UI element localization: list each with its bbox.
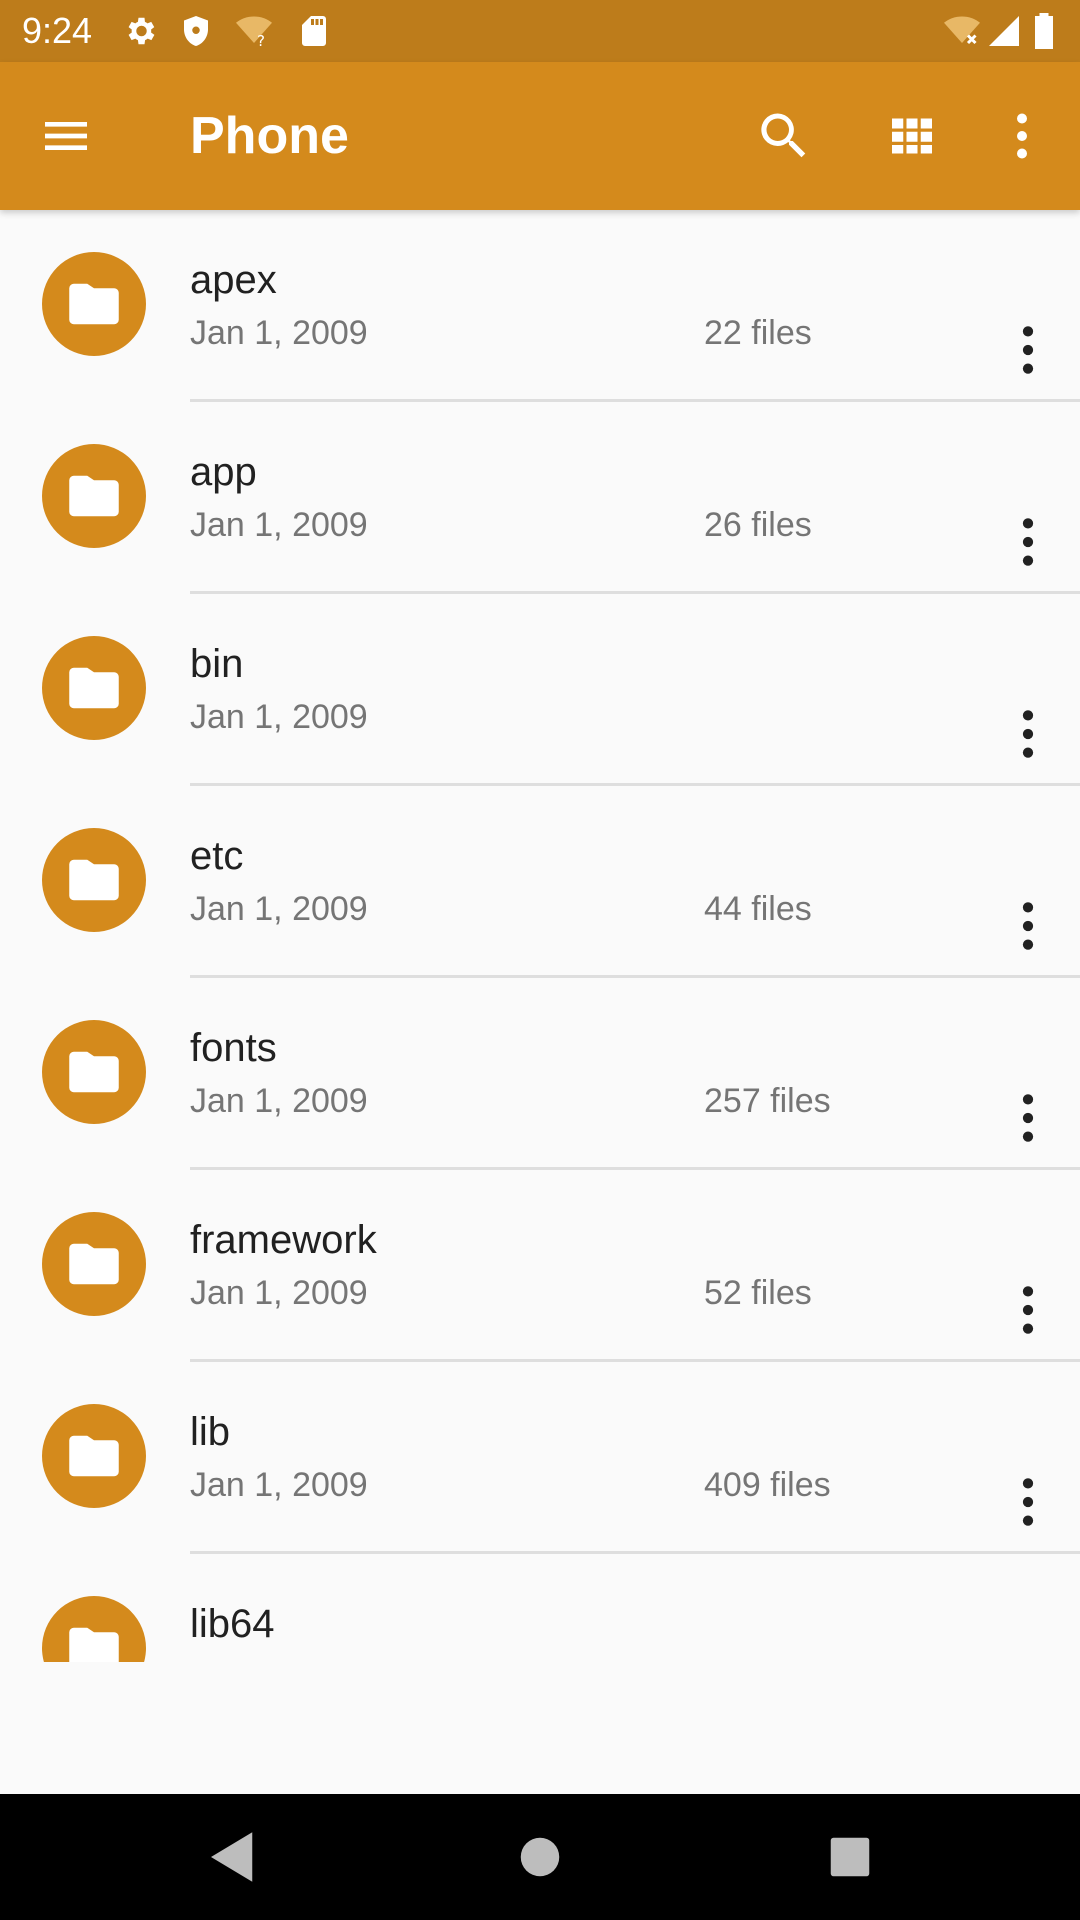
folder-icon [42, 252, 146, 356]
file-name: bin [190, 642, 244, 686]
folder-icon [42, 1020, 146, 1124]
file-date: Jan 1, 2009 [190, 1466, 368, 1504]
file-list[interactable]: apex Jan 1, 2009 22 files app Jan 1, 200… [0, 210, 1080, 1662]
battery-icon [1032, 13, 1060, 49]
row-more-icon[interactable] [1006, 514, 1050, 570]
file-date: Jan 1, 2009 [190, 1082, 368, 1120]
grid-view-icon[interactable] [882, 106, 942, 166]
file-count: 22 files [704, 314, 812, 352]
row-more-icon[interactable] [1006, 1282, 1050, 1338]
file-date: Jan 1, 2009 [190, 698, 368, 736]
search-icon[interactable] [754, 106, 814, 166]
recents-icon[interactable] [817, 1824, 883, 1890]
menu-icon[interactable] [38, 108, 94, 164]
row-more-icon[interactable] [1006, 898, 1050, 954]
file-name: app [190, 450, 257, 494]
navigation-bar [0, 1794, 1080, 1920]
gear-icon [122, 13, 158, 49]
folder-icon [42, 1404, 146, 1508]
page-title: Phone [190, 107, 349, 165]
list-item[interactable]: etc Jan 1, 2009 44 files [0, 786, 1080, 978]
folder-icon [42, 444, 146, 548]
back-icon[interactable] [200, 1824, 266, 1890]
folder-icon [42, 1596, 146, 1662]
list-item[interactable]: fonts Jan 1, 2009 257 files [0, 978, 1080, 1170]
shield-icon [178, 13, 214, 49]
wifi-unknown-icon: ? [236, 13, 272, 50]
file-count: 409 files [704, 1466, 831, 1504]
list-item[interactable]: lib64 [0, 1554, 1080, 1662]
list-item[interactable]: apex Jan 1, 2009 22 files [0, 210, 1080, 402]
file-count: 26 files [704, 506, 812, 544]
status-bar: 9:24 ? [0, 0, 1080, 62]
file-name: framework [190, 1218, 377, 1262]
file-date: Jan 1, 2009 [190, 314, 368, 352]
file-date: Jan 1, 2009 [190, 890, 368, 928]
svg-text:?: ? [257, 32, 265, 49]
file-name: etc [190, 834, 244, 878]
file-name: apex [190, 258, 277, 302]
row-more-icon[interactable] [1006, 1090, 1050, 1146]
home-icon[interactable] [507, 1824, 573, 1890]
row-more-icon[interactable] [1006, 1474, 1050, 1530]
status-time: 9:24 [22, 10, 93, 51]
file-date: Jan 1, 2009 [190, 506, 368, 544]
app-bar: Phone [0, 62, 1080, 210]
file-name: lib64 [190, 1602, 275, 1646]
list-item[interactable]: lib Jan 1, 2009 409 files [0, 1362, 1080, 1554]
list-item[interactable]: framework Jan 1, 2009 52 files [0, 1170, 1080, 1362]
file-count: 257 files [704, 1082, 831, 1120]
folder-icon [42, 636, 146, 740]
file-name: fonts [190, 1026, 277, 1070]
row-more-icon[interactable] [1006, 322, 1050, 378]
row-more-icon[interactable] [1006, 706, 1050, 762]
file-name: lib [190, 1410, 231, 1454]
file-date: Jan 1, 2009 [190, 1274, 368, 1312]
folder-icon [42, 828, 146, 932]
sd-card-icon [296, 13, 332, 49]
list-item[interactable]: bin Jan 1, 2009 [0, 594, 1080, 786]
list-item[interactable]: app Jan 1, 2009 26 files [0, 402, 1080, 594]
cell-signal-icon [986, 13, 1022, 49]
folder-icon [42, 1212, 146, 1316]
wifi-off-icon [944, 13, 980, 49]
file-count: 44 files [704, 890, 812, 928]
file-count: 52 files [704, 1274, 812, 1312]
more-vert-icon[interactable] [992, 106, 1052, 166]
